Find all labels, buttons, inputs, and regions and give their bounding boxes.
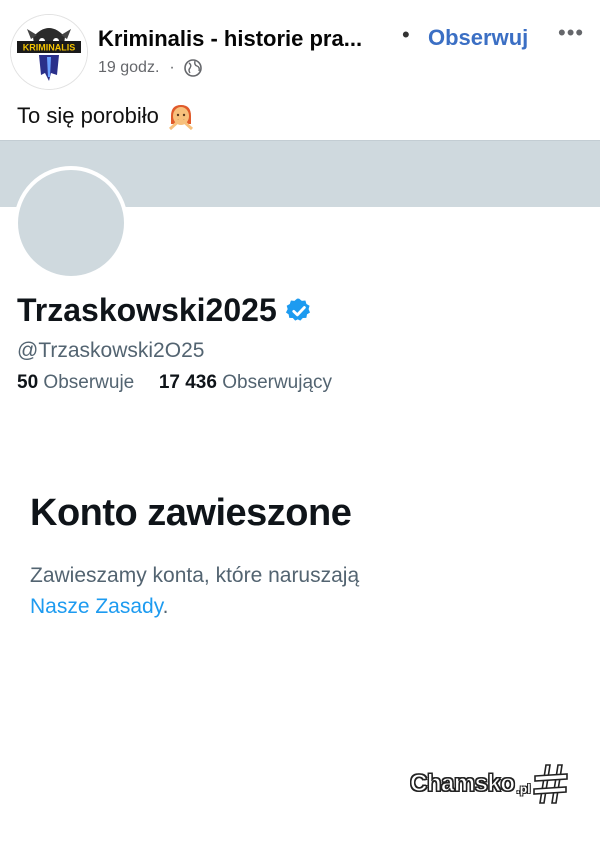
profile-avatar-placeholder xyxy=(14,166,128,280)
profile-stats: 50 Obserwuje 17 436 Obserwujący xyxy=(17,372,332,394)
suspended-text: Zawieszamy konta, które naruszają xyxy=(30,564,360,587)
chamsko-watermark: Chamsko .pl xyxy=(410,760,571,808)
watermark-brand: Chamsko xyxy=(410,770,516,798)
post-caption: To się porobiło xyxy=(17,103,159,128)
page-name-link[interactable]: Kriminalis - historie pra... xyxy=(98,26,362,52)
verified-badge-icon xyxy=(285,298,310,321)
more-options-icon[interactable]: ••• xyxy=(558,20,584,46)
follow-button[interactable]: Obserwuj xyxy=(428,25,528,51)
suspended-title: Konto zawieszone xyxy=(30,492,352,534)
profile-display-name: Trzaskowski2025 xyxy=(17,292,313,329)
sentence-period: . xyxy=(162,595,169,618)
avatar-logo-text: KRIMINALIS xyxy=(23,43,76,53)
person-gesturing-no-emoji xyxy=(168,105,193,130)
display-name-text: Trzaskowski2025 xyxy=(17,292,277,328)
post-meta: 19 godz. · xyxy=(98,58,203,78)
profile-handle: @Trzaskowski2O25 xyxy=(17,339,205,362)
embedded-screenshot: Trzaskowski2025 @Trzaskowski2O25 50 Obse… xyxy=(0,140,600,857)
post-header: KRIMINALIS Kriminalis - historie pra... … xyxy=(0,0,600,92)
rules-link[interactable]: Nasze Zasady xyxy=(30,595,163,618)
suspended-message: Zawieszamy konta, które naruszają Nasze … xyxy=(30,560,530,622)
post-text: To się porobiło xyxy=(17,102,195,130)
followers-label[interactable]: Obserwujący xyxy=(222,372,332,393)
post-timestamp[interactable]: 19 godz. xyxy=(98,59,159,77)
following-label[interactable]: Obserwuje xyxy=(43,372,134,393)
kriminalis-logo-icon: KRIMINALIS xyxy=(11,15,87,89)
watermark-tld: .pl xyxy=(516,782,531,796)
globe-icon xyxy=(183,59,202,77)
header-separator: • xyxy=(402,22,410,47)
page-avatar[interactable]: KRIMINALIS xyxy=(10,14,88,90)
followers-count: 17 436 xyxy=(158,372,217,393)
meta-separator: · xyxy=(169,59,175,76)
hash-logo-icon xyxy=(532,764,568,804)
following-count: 50 xyxy=(17,372,39,393)
